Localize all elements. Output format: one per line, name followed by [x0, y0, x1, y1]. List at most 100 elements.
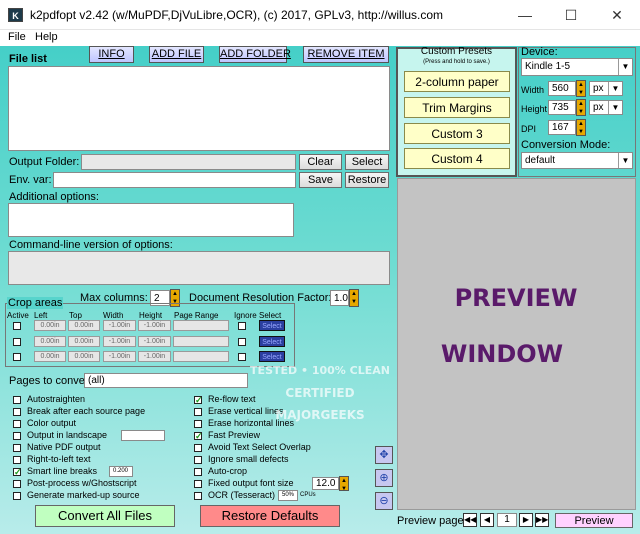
main-panel: File list INFO ADD FILE ADD FOLDER REMOV… — [0, 46, 640, 534]
doc-res-input[interactable]: 1.0 — [330, 290, 349, 306]
ocr-cpus-input[interactable]: 50% — [278, 490, 298, 501]
restore-button[interactable]: Restore — [345, 172, 389, 188]
height-spinner[interactable]: ▲ ▼ — [576, 99, 586, 116]
remove-item-button[interactable]: REMOVE ITEM — [303, 46, 389, 63]
crop-row-2-left[interactable]: 0.00in — [34, 336, 66, 347]
convert-all-button[interactable]: Convert All Files — [35, 505, 175, 527]
preset-custom-3-button[interactable]: Custom 3 — [404, 123, 510, 144]
prev-page-icon[interactable]: ◀ — [480, 513, 494, 527]
doc-res-spinner[interactable]: ▲ ▼ — [349, 289, 359, 307]
autostraighten-checkbox[interactable] — [13, 396, 21, 404]
landscape-input[interactable] — [121, 430, 165, 441]
height-unit-dropdown-icon: ▼ — [608, 101, 622, 114]
reflow-text-checkbox[interactable]: ✓ — [194, 396, 203, 405]
preset-2-column-button[interactable]: 2-column paper — [404, 71, 510, 92]
crop-row-1-ignore[interactable] — [238, 322, 246, 330]
crop-row-3-page-range[interactable] — [173, 351, 229, 362]
fast-preview-checkbox[interactable]: ✓ — [194, 432, 203, 441]
fast-preview-label: Fast Preview — [208, 430, 261, 440]
crop-row-1-height[interactable]: -1.00in — [138, 320, 171, 331]
crop-row-2-ignore[interactable] — [238, 338, 246, 346]
pages-to-convert-input[interactable]: (all) — [84, 373, 248, 388]
ignore-defects-checkbox[interactable] — [194, 456, 202, 464]
maximize-button[interactable]: ☐ — [548, 0, 594, 30]
auto-crop-checkbox[interactable] — [194, 468, 202, 476]
dpi-spinner[interactable]: ▲ ▼ — [576, 119, 586, 136]
first-page-icon[interactable]: ◀◀ — [463, 513, 477, 527]
landscape-checkbox[interactable] — [13, 432, 21, 440]
restore-defaults-button[interactable]: Restore Defaults — [200, 505, 340, 527]
clear-button[interactable]: Clear — [299, 154, 342, 170]
info-button[interactable]: INFO — [89, 46, 134, 63]
preview-button[interactable]: Preview — [555, 513, 633, 528]
zoom-out-icon[interactable]: ⊖ — [375, 492, 393, 510]
file-list-box[interactable] — [8, 66, 390, 151]
avoid-overlap-checkbox[interactable] — [194, 444, 202, 452]
fixed-font-spinner[interactable]: ▲ ▼ — [339, 476, 349, 492]
crop-row-3-ignore[interactable] — [238, 353, 246, 361]
color-output-checkbox[interactable] — [13, 420, 21, 428]
crop-row-2-page-range[interactable] — [173, 336, 229, 347]
fixed-font-input[interactable]: 12.0 — [312, 477, 339, 490]
marked-up-source-checkbox[interactable] — [13, 492, 21, 500]
crop-row-2-top[interactable]: 0.00in — [68, 336, 100, 347]
preview-page-input[interactable]: 1 — [497, 513, 517, 527]
right-to-left-checkbox[interactable] — [13, 456, 21, 464]
ocr-checkbox[interactable] — [194, 492, 202, 500]
crop-row-1-select-button[interactable]: Select — [259, 320, 285, 331]
add-file-button[interactable]: ADD FILE — [149, 46, 204, 63]
add-folder-button[interactable]: ADD FOLDER — [219, 46, 291, 63]
crop-row-3-height[interactable]: -1.00in — [138, 351, 171, 362]
crop-row-1-page-range[interactable] — [173, 320, 229, 331]
zoom-in-icon[interactable]: ⊕ — [375, 469, 393, 487]
crop-row-3-width[interactable]: -1.00in — [103, 351, 136, 362]
auto-crop-label: Auto-crop — [208, 466, 248, 476]
crop-row-2-active[interactable] — [13, 338, 21, 346]
autostraighten-label: Autostraighten — [27, 394, 86, 404]
close-button[interactable]: ✕ — [594, 0, 640, 30]
crop-row-1-active[interactable] — [13, 322, 21, 330]
output-folder-input[interactable] — [81, 154, 296, 170]
native-pdf-label: Native PDF output — [27, 442, 101, 452]
dpi-input[interactable]: 167 — [548, 120, 576, 135]
menu-bar: File Help — [0, 30, 640, 46]
select-folder-button[interactable]: Select — [345, 154, 389, 170]
next-page-icon[interactable]: ▶ — [519, 513, 533, 527]
break-page-checkbox[interactable] — [13, 408, 21, 416]
env-var-input[interactable] — [53, 172, 296, 188]
conversion-mode-select[interactable]: default ▼ — [521, 152, 633, 169]
crop-row-3-left[interactable]: 0.00in — [34, 351, 66, 362]
crop-row-2-select-button[interactable]: Select — [259, 336, 285, 347]
native-pdf-checkbox[interactable] — [13, 444, 21, 452]
crop-row-1-width[interactable]: -1.00in — [103, 320, 136, 331]
preset-custom-4-button[interactable]: Custom 4 — [404, 148, 510, 169]
crop-row-1-top[interactable]: 0.00in — [68, 320, 100, 331]
crop-row-3-select-button[interactable]: Select — [259, 351, 285, 362]
erase-horizontal-checkbox[interactable] — [194, 420, 202, 428]
crop-row-2-width[interactable]: -1.00in — [103, 336, 136, 347]
crop-row-1-left[interactable]: 0.00in — [34, 320, 66, 331]
erase-vertical-checkbox[interactable] — [194, 408, 202, 416]
width-input[interactable]: 560 — [548, 81, 576, 96]
device-select[interactable]: Kindle 1-5 ▼ — [521, 58, 633, 76]
width-spinner[interactable]: ▲ ▼ — [576, 80, 586, 97]
last-page-icon[interactable]: ▶▶ — [535, 513, 549, 527]
fixed-font-checkbox[interactable] — [194, 480, 202, 488]
height-input[interactable]: 735 — [548, 100, 576, 115]
additional-options-input[interactable] — [8, 203, 294, 237]
smart-line-breaks-checkbox[interactable]: ✓ — [13, 468, 22, 477]
crop-row-2-height[interactable]: -1.00in — [138, 336, 171, 347]
menu-file[interactable]: File — [8, 30, 26, 44]
ghostscript-checkbox[interactable] — [13, 480, 21, 488]
smart-line-breaks-input[interactable]: 0.200 — [109, 466, 133, 477]
crop-row-3-active[interactable] — [13, 353, 21, 361]
minimize-button[interactable]: — — [502, 0, 548, 30]
width-unit-select[interactable]: px ▼ — [589, 81, 623, 96]
menu-help[interactable]: Help — [35, 30, 58, 44]
height-unit-select[interactable]: px ▼ — [589, 100, 623, 115]
right-to-left-label: Right-to-left text — [27, 454, 91, 464]
crop-row-3-top[interactable]: 0.00in — [68, 351, 100, 362]
preset-trim-margins-button[interactable]: Trim Margins — [404, 97, 510, 118]
move-icon[interactable]: ✥ — [375, 446, 393, 464]
save-button[interactable]: Save — [299, 172, 342, 188]
